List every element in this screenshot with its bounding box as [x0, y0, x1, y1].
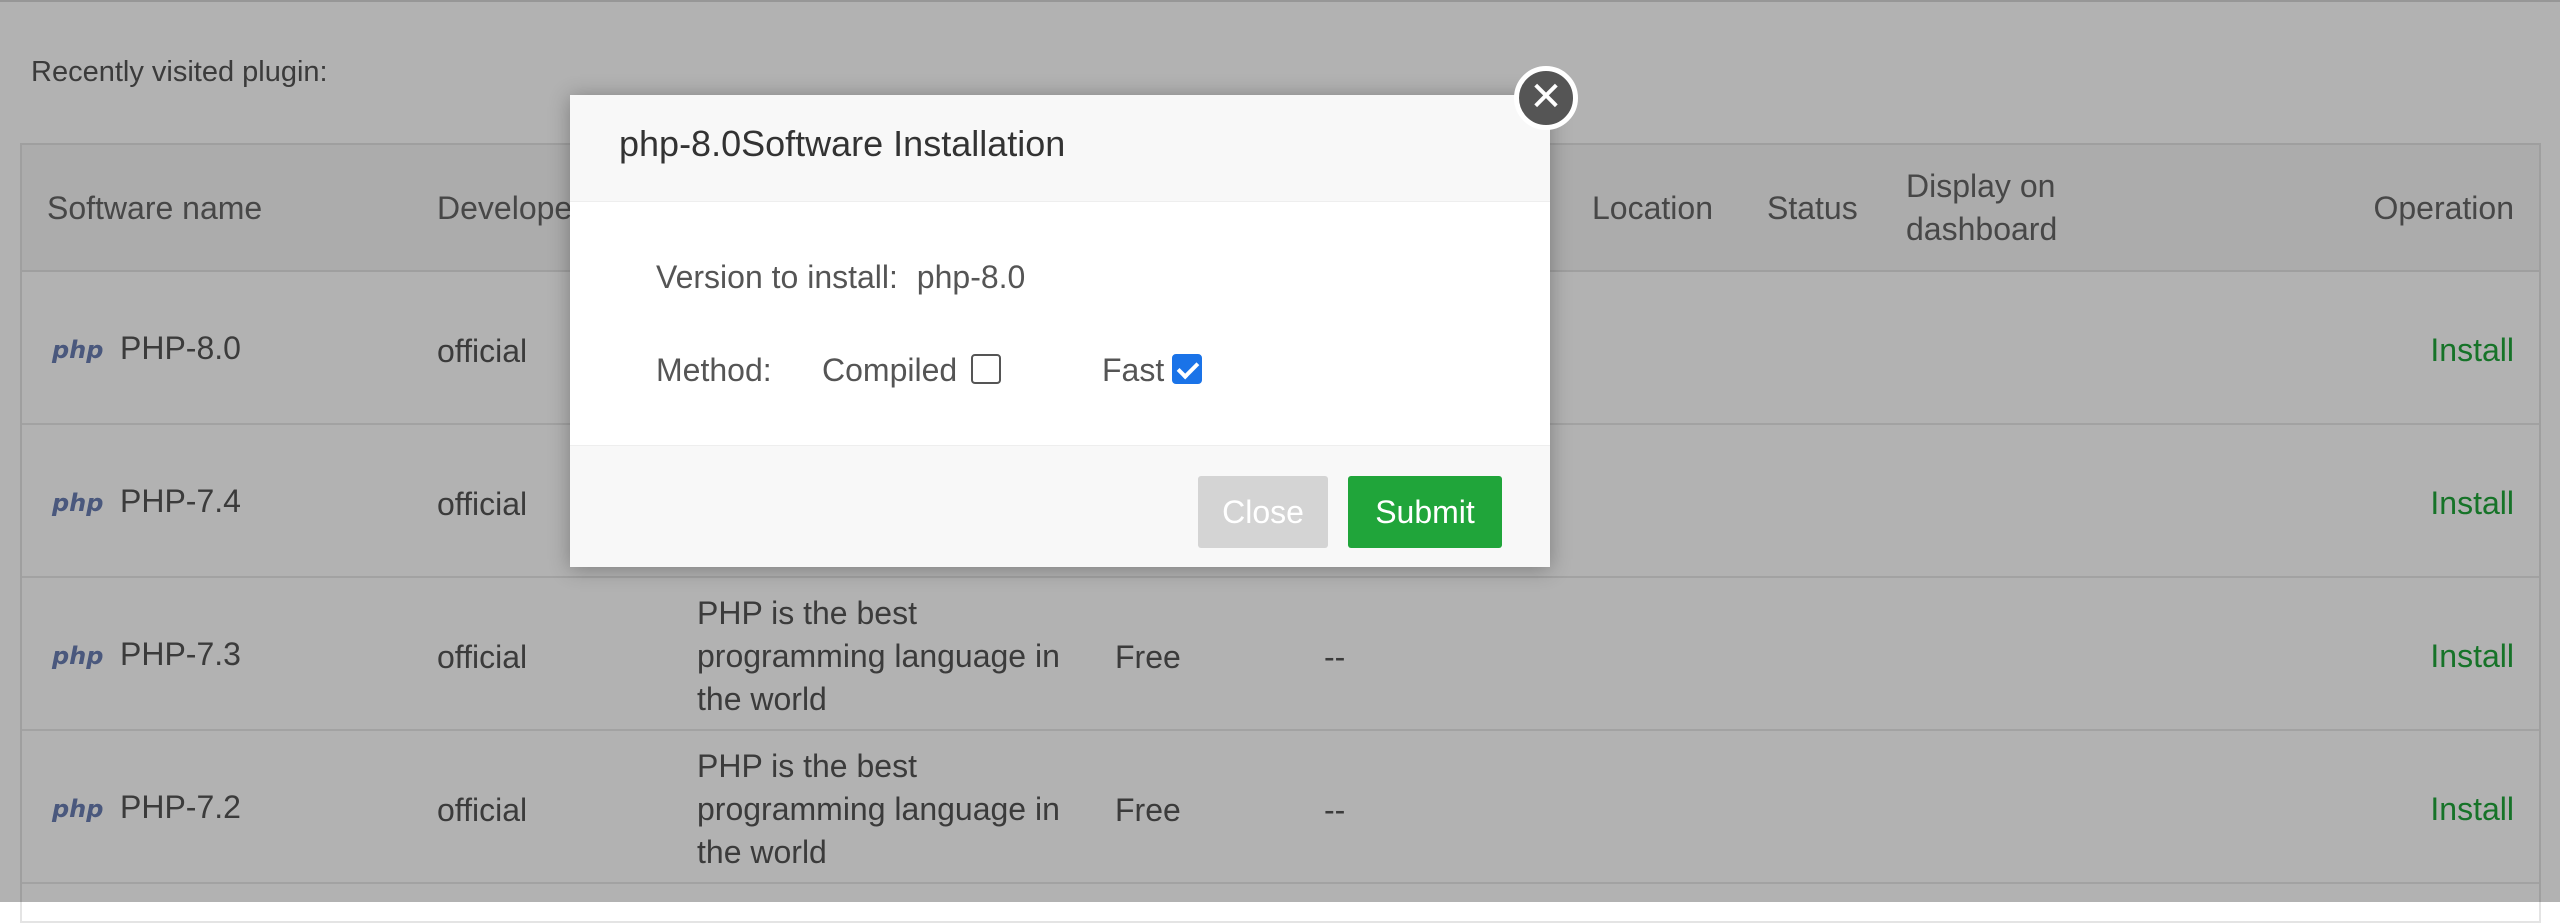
version-row: Version to install: php-8.0 — [656, 259, 1025, 296]
close-icon[interactable]: ✕ — [1514, 66, 1578, 130]
dialog-title: php-8.0Software Installation — [619, 123, 1066, 164]
version-label: Version to install: — [656, 259, 898, 295]
dialog-footer: Close Submit — [570, 445, 1550, 567]
version-value: php-8.0 — [916, 259, 1026, 295]
fast-label[interactable]: Fast — [1102, 352, 1164, 389]
compiled-label[interactable]: Compiled — [822, 352, 957, 389]
compiled-checkbox[interactable] — [971, 354, 1001, 384]
fast-checkbox[interactable] — [1172, 354, 1202, 384]
dialog-header: php-8.0Software Installation — [570, 95, 1550, 202]
method-label: Method: — [656, 352, 772, 388]
close-button[interactable]: Close — [1198, 476, 1328, 548]
install-dialog: php-8.0Software Installation Version to … — [570, 95, 1550, 567]
submit-button[interactable]: Submit — [1348, 476, 1502, 548]
